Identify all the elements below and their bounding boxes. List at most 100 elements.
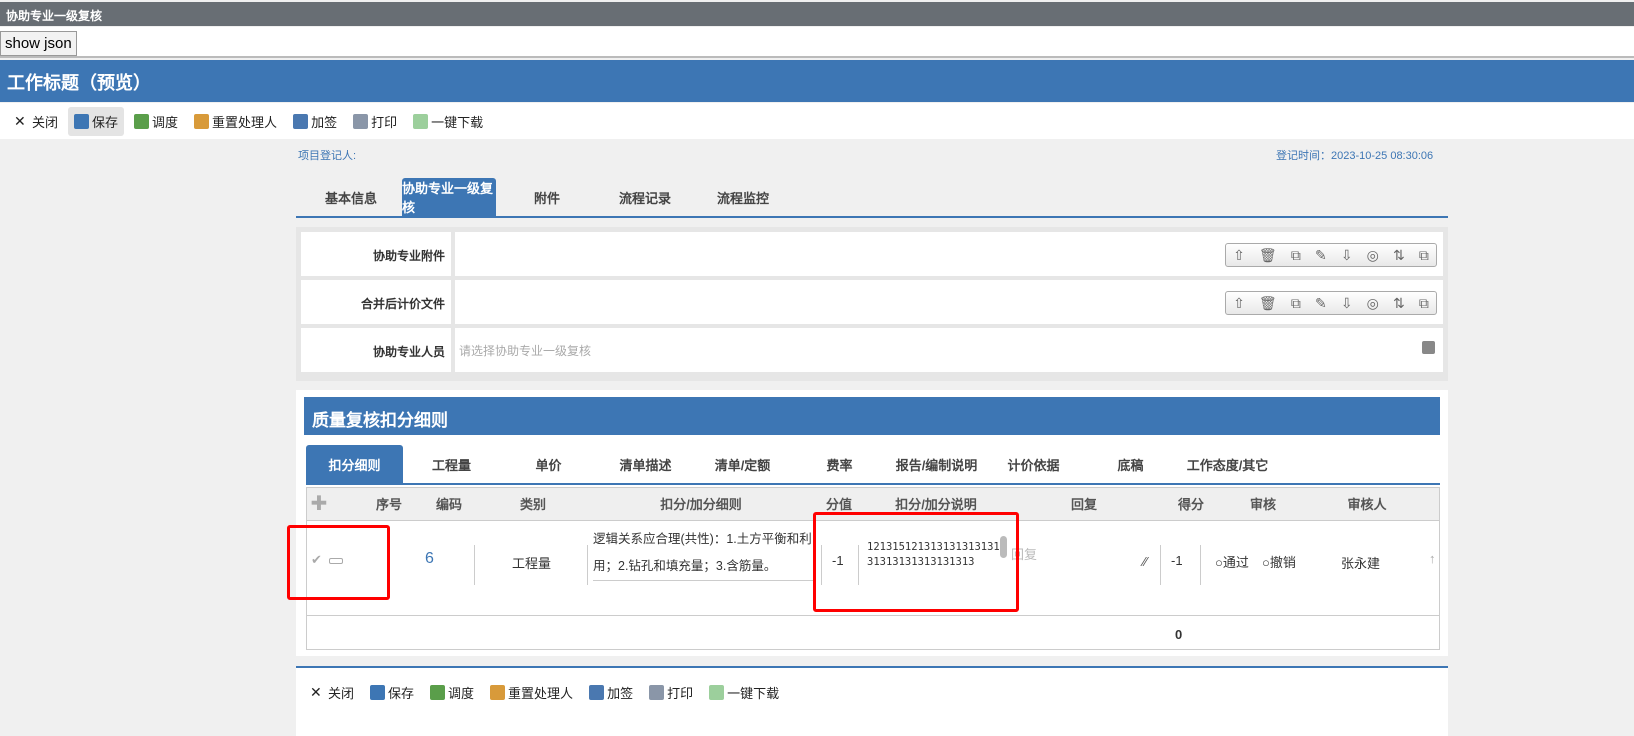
- window-title: 协助专业一级复核: [0, 2, 1634, 26]
- print-button[interactable]: 打印: [643, 678, 699, 707]
- dispatch-icon: [430, 685, 446, 700]
- toolbar-label: 加签: [607, 686, 634, 701]
- preview-icon[interactable]: ◎: [1367, 295, 1379, 312]
- merged-file-field: ⇧ 🗑 ⧉ ✎ ⇩ ◎ ⇅ ⧉: [455, 280, 1443, 324]
- dispatch-button[interactable]: 调度: [128, 107, 184, 136]
- close-icon: ✕: [310, 684, 322, 700]
- move-up-icon[interactable]: ↑: [1429, 551, 1436, 566]
- subtab-5[interactable]: 费率: [791, 445, 888, 483]
- close-button[interactable]: ✕ 关闭: [304, 678, 360, 707]
- subtab-9[interactable]: 工作态度/其它: [1179, 445, 1276, 483]
- subtab-8[interactable]: 底稿: [1082, 445, 1179, 483]
- show-json-button[interactable]: show json: [0, 31, 77, 56]
- assist-person-input[interactable]: 请选择协助专业一级复核: [455, 328, 1443, 372]
- field-label: 协助专业人员: [301, 328, 451, 372]
- subtab-1[interactable]: 工程量: [403, 445, 500, 483]
- download-icon[interactable]: ⇩: [1341, 295, 1353, 312]
- sub-tabs: 扣分细则 工程量 单价 清单描述 清单/定额 费率 报告/编制说明 计价依据 底稿 工作态度/其它: [306, 445, 1440, 485]
- open-external-icon[interactable]: ⧉: [1419, 247, 1429, 264]
- subtab-7[interactable]: 计价依据: [985, 445, 1082, 483]
- main-tabs: 基本信息 协助专业一级复核 附件 流程记录 流程监控: [296, 178, 1448, 218]
- add-sign-icon: [589, 685, 605, 700]
- upload-icon[interactable]: ⇧: [1233, 295, 1245, 312]
- tab-flow-monitor[interactable]: 流程监控: [696, 178, 790, 216]
- tab-assist-review[interactable]: 协助专业一级复核: [402, 178, 496, 216]
- toolbar-label: 保存: [92, 114, 119, 130]
- sort-icon[interactable]: ⇅: [1393, 247, 1405, 264]
- preview-icon[interactable]: ◎: [1367, 247, 1379, 264]
- col-index: 序号: [375, 497, 403, 512]
- subtab-0[interactable]: 扣分细则: [306, 445, 403, 483]
- col-code: 编码: [435, 497, 463, 512]
- toolbar-label: 打印: [667, 686, 694, 701]
- tab-attachments[interactable]: 附件: [500, 178, 594, 216]
- copy-icon[interactable]: ⧉: [1291, 295, 1301, 312]
- subtab-6[interactable]: 报告/编制说明: [888, 445, 985, 483]
- download-button[interactable]: 一键下载: [407, 107, 489, 136]
- print-icon: [353, 113, 369, 129]
- dispatch-button[interactable]: 调度: [424, 678, 480, 707]
- save-button[interactable]: 保存: [68, 106, 125, 136]
- row-score: -1: [1171, 553, 1183, 568]
- open-external-icon[interactable]: ⧉: [1419, 295, 1429, 312]
- bottom-toolbar: ✕ 关闭 保存 调度 重置处理人 加签 打印 一键下载: [304, 678, 1440, 707]
- toolbar-label: 关闭: [32, 114, 59, 130]
- print-button[interactable]: 打印: [347, 107, 403, 136]
- download-button[interactable]: 一键下载: [703, 678, 785, 707]
- add-row-icon[interactable]: ✚: [311, 488, 328, 521]
- delete-icon[interactable]: 🗑: [1259, 295, 1277, 312]
- json-bar: show json: [0, 27, 1634, 58]
- col-reviewer: 审核人: [1347, 497, 1387, 512]
- save-icon: [74, 113, 90, 129]
- edit-icon[interactable]: ✎: [1315, 295, 1327, 312]
- subtab-4[interactable]: 清单/定额: [694, 445, 791, 483]
- section-title: 质量复核扣分细则: [304, 397, 1440, 435]
- col-category: 类别: [519, 497, 547, 512]
- subtab-2[interactable]: 单价: [500, 445, 597, 483]
- toolbar-label: 关闭: [328, 686, 355, 701]
- add-sign-icon: [293, 113, 309, 129]
- col-reply: 回复: [1070, 497, 1098, 512]
- page-title: 工作标题（预览）: [0, 60, 1634, 102]
- subtab-3[interactable]: 清单描述: [597, 445, 694, 483]
- revoke-radio[interactable]: ○撤销: [1262, 552, 1296, 571]
- copy-icon[interactable]: ⧉: [1291, 247, 1301, 264]
- delete-icon[interactable]: 🗑: [1259, 247, 1277, 264]
- download-icon: [709, 685, 725, 700]
- total-score: 0: [1175, 627, 1183, 642]
- toolbar-label: 调度: [448, 686, 475, 701]
- attachment-toolbar: ⇧ 🗑 ⧉ ✎ ⇩ ◎ ⇅ ⧉: [1225, 291, 1437, 315]
- sort-icon[interactable]: ⇅: [1393, 295, 1405, 312]
- pass-radio[interactable]: ○通过: [1215, 552, 1249, 571]
- highlight-box: [287, 525, 390, 600]
- bottom-toolbar-wrap: ✕ 关闭 保存 调度 重置处理人 加签 打印 一键下载: [296, 666, 1448, 736]
- toolbar-label: 一键下载: [727, 686, 780, 701]
- placeholder: 请选择协助专业一级复核: [459, 344, 592, 358]
- field-label: 协助专业附件: [301, 232, 451, 276]
- save-button[interactable]: 保存: [364, 678, 420, 707]
- upload-icon[interactable]: ⇧: [1233, 247, 1245, 264]
- user-picker-icon[interactable]: [1422, 341, 1435, 354]
- reset-handler-icon: [490, 685, 506, 700]
- row-code[interactable]: 6: [425, 550, 434, 568]
- tab-flow-record[interactable]: 流程记录: [598, 178, 692, 216]
- add-sign-button[interactable]: 加签: [287, 107, 343, 136]
- tab-basic-info[interactable]: 基本信息: [304, 178, 398, 216]
- form: 协助专业附件 ⇧ 🗑 ⧉ ✎ ⇩ ◎ ⇅ ⧉ 合并后计价文件 ⇧ 🗑 ⧉ ✎ ⇩ ◎ ⇅ ⧉ 协助专业人员 …: [296, 227, 1448, 381]
- row-reviewer: 张永建: [1341, 556, 1381, 571]
- close-icon: ✕: [14, 112, 26, 129]
- assist-attachment-field: ⇧ 🗑 ⧉ ✎ ⇩ ◎ ⇅ ⧉: [455, 232, 1443, 276]
- toolbar-label: 重置处理人: [212, 114, 278, 130]
- reset-handler-button[interactable]: 重置处理人: [188, 107, 283, 136]
- download-icon[interactable]: ⇩: [1341, 247, 1353, 264]
- field-label: 合并后计价文件: [301, 280, 451, 324]
- edit-icon[interactable]: ✎: [1315, 247, 1327, 264]
- add-sign-button[interactable]: 加签: [583, 678, 639, 707]
- reset-handler-icon: [194, 113, 210, 129]
- revoke-label: 撤销: [1269, 555, 1296, 570]
- resize-handle-icon[interactable]: ⁄⁄: [1143, 554, 1147, 569]
- save-icon: [370, 685, 386, 700]
- attachment-toolbar: ⇧ 🗑 ⧉ ✎ ⇩ ◎ ⇅ ⧉: [1225, 243, 1437, 267]
- reset-handler-button[interactable]: 重置处理人: [484, 678, 579, 707]
- close-button[interactable]: ✕ 关闭: [8, 107, 64, 136]
